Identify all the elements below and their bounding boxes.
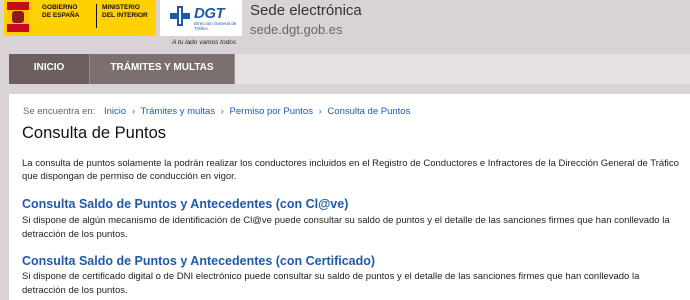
section-text-certificado: Si dispone de certificado digital o de D… (22, 271, 640, 296)
breadcrumb-permiso-puntos[interactable]: Permiso por Puntos (230, 106, 313, 117)
breadcrumb-prefix: Se encuentra en: (23, 106, 96, 117)
breadcrumb-separator: › (131, 106, 135, 117)
dgt-logo[interactable]: DGT Dirección General de Tráfico (160, 0, 242, 36)
dgt-wordmark: DGT (194, 5, 225, 22)
section-text-clave: Si dispone de algún mecanismo de identif… (22, 215, 670, 240)
site-url: sede.dgt.gob.es (250, 22, 343, 37)
gov-logo-divider (96, 4, 97, 28)
site-header: GOBIERNO DE ESPAÑA MINISTERIO DEL INTERI… (0, 0, 690, 52)
breadcrumb-tramites[interactable]: Trámites y multas (140, 106, 215, 117)
site-title: Sede electrónica (250, 2, 362, 19)
gov-logo-text-left: GOBIERNO DE ESPAÑA (42, 4, 80, 19)
section-link-certificado[interactable]: Consulta Saldo de Puntos y Antecedentes … (22, 254, 375, 268)
main-nav: INICIO TRÁMITES Y MULTAS (9, 54, 690, 84)
intro-text: La consulta de puntos solamente la podrá… (22, 158, 679, 182)
dgt-subtitle: Dirección General de Tráfico (194, 21, 237, 31)
breadcrumb-separator: › (318, 106, 322, 117)
nav-item-tramites-multas[interactable]: TRÁMITES Y MULTAS (89, 54, 235, 84)
breadcrumb: Se encuentra en: Inicio › Trámites y mul… (23, 106, 410, 117)
gov-logo-text-right: MINISTERIO DEL INTERIOR (102, 4, 148, 19)
nav-filler (235, 54, 690, 84)
government-logo[interactable]: GOBIERNO DE ESPAÑA MINISTERIO DEL INTERI… (4, 0, 156, 36)
breadcrumb-consulta-puntos[interactable]: Consulta de Puntos (327, 106, 410, 117)
section-link-clave[interactable]: Consulta Saldo de Puntos y Antecedentes … (22, 197, 348, 211)
dgt-tagline: A tu lado vamos todos (172, 39, 237, 46)
dgt-cross-icon (170, 6, 190, 26)
breadcrumb-inicio[interactable]: Inicio (104, 106, 126, 117)
breadcrumb-separator: › (220, 106, 224, 117)
nav-item-inicio[interactable]: INICIO (9, 54, 89, 84)
main-content: Se encuentra en: Inicio › Trámites y mul… (9, 94, 690, 300)
spain-flag-icon (7, 2, 29, 32)
page-title: Consulta de Puntos (22, 124, 167, 142)
